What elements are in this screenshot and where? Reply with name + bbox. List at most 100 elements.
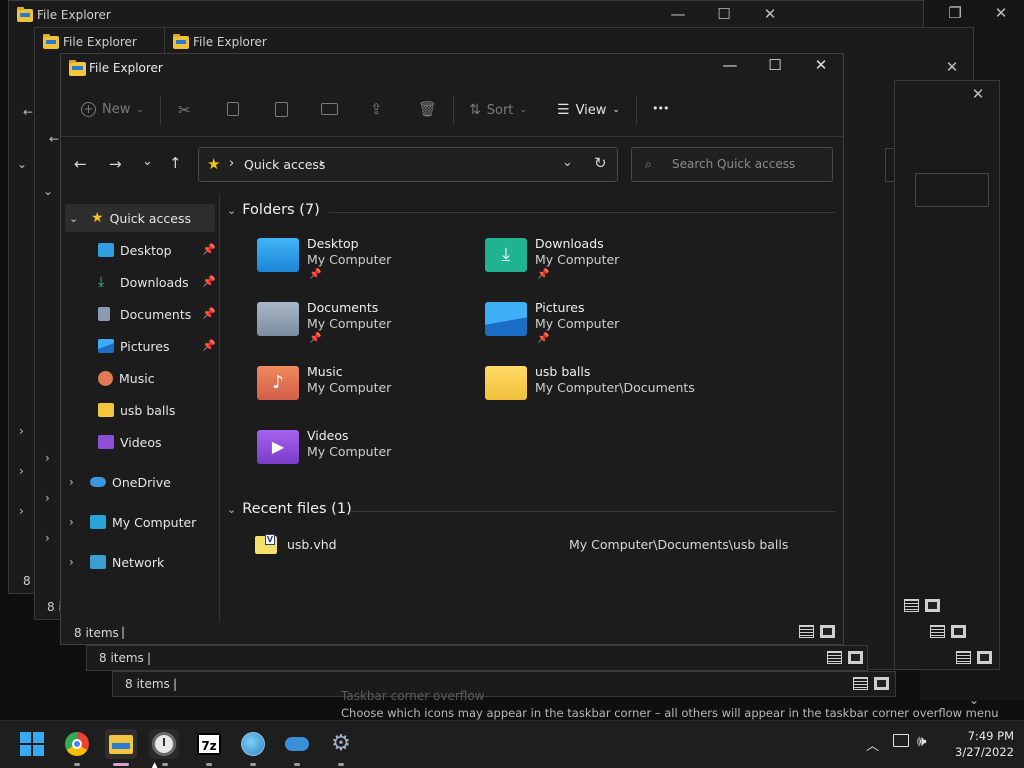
back-arrow-icon[interactable]: ← bbox=[74, 155, 87, 173]
rename-button[interactable] bbox=[321, 103, 338, 115]
breadcrumb-quick-access[interactable]: Quick access bbox=[244, 157, 325, 172]
close-icon[interactable]: ✕ bbox=[937, 58, 967, 76]
view-toggle[interactable] bbox=[904, 599, 940, 612]
chevron-right-icon[interactable]: › bbox=[45, 451, 50, 465]
sidebar-item-documents[interactable]: Documents 📌 bbox=[61, 300, 217, 328]
section-divider bbox=[329, 212, 835, 213]
details-view-icon[interactable] bbox=[930, 625, 945, 638]
search-box[interactable] bbox=[915, 173, 989, 207]
chevron-down-icon[interactable]: ⌄ bbox=[69, 212, 87, 225]
folder-tile-documents[interactable]: Documents My Computer 📌 bbox=[257, 300, 477, 356]
maximize-icon[interactable]: ☐ bbox=[760, 56, 790, 74]
more-options-button[interactable]: ••• bbox=[652, 102, 669, 115]
network-status-icon[interactable] bbox=[893, 734, 909, 747]
folder-tile-pictures[interactable]: Pictures My Computer 📌 bbox=[485, 300, 705, 356]
sidebar-item-network[interactable]: › Network bbox=[61, 548, 217, 576]
up-arrow-icon[interactable]: ↑ bbox=[169, 154, 182, 172]
close-icon[interactable]: ✕ bbox=[986, 4, 1016, 22]
chevron-right-icon[interactable]: › bbox=[19, 424, 24, 438]
volume-icon[interactable]: 🕪 bbox=[917, 732, 926, 750]
globe-app-button[interactable] bbox=[238, 729, 268, 759]
recent-files-section-header[interactable]: ⌄ Recent files (1) bbox=[227, 501, 352, 517]
paste-button[interactable] bbox=[275, 102, 288, 117]
minimize-icon[interactable]: — bbox=[715, 56, 745, 74]
chevron-right-icon[interactable]: › bbox=[69, 475, 87, 489]
refresh-icon[interactable]: ↻ bbox=[594, 154, 607, 172]
sidebar-item-onedrive[interactable]: › OneDrive bbox=[61, 468, 217, 496]
7zip-button[interactable]: 7z bbox=[194, 729, 224, 759]
tiles-view-icon[interactable] bbox=[925, 599, 940, 612]
details-view-icon[interactable] bbox=[853, 677, 868, 690]
chevron-right-icon[interactable]: › bbox=[69, 555, 87, 569]
cut-button[interactable]: ✂ bbox=[178, 101, 191, 119]
file-explorer-taskbar-button[interactable] bbox=[105, 729, 137, 759]
view-toggle[interactable] bbox=[853, 677, 889, 690]
tiles-view-icon[interactable] bbox=[977, 651, 992, 664]
folder-tile-music[interactable]: ♪ Music My Computer bbox=[257, 364, 477, 420]
folder-tile-usb-balls[interactable]: usb balls My Computer\Documents bbox=[485, 364, 705, 420]
address-bar[interactable]: ★ › Quick access › ⌄ ↻ bbox=[198, 147, 618, 182]
details-view-icon[interactable] bbox=[956, 651, 971, 664]
back-arrow-icon[interactable]: ← bbox=[49, 132, 59, 146]
recent-file-row[interactable]: V usb.vhd My Computer\Documents\usb ball… bbox=[255, 534, 835, 558]
chevron-right-icon[interactable]: › bbox=[45, 491, 50, 505]
maximize-icon[interactable]: ☐ bbox=[709, 5, 739, 23]
close-icon[interactable]: ✕ bbox=[806, 56, 836, 74]
chevron-down-icon[interactable]: ⌄ bbox=[227, 503, 236, 516]
clock[interactable]: 7:49 PM 3/27/2022 bbox=[944, 728, 1014, 760]
view-toggle[interactable] bbox=[956, 651, 992, 664]
chevron-right-icon[interactable]: › bbox=[19, 464, 24, 478]
restore-icon[interactable]: ❐ bbox=[940, 4, 970, 22]
sort-button[interactable]: ⇅ Sort ⌄ bbox=[469, 102, 527, 118]
chevron-down-icon[interactable]: ⌄ bbox=[43, 184, 53, 198]
details-view-icon[interactable] bbox=[827, 651, 842, 664]
sidebar-item-quick-access[interactable]: ⌄ ★ Quick access bbox=[65, 204, 215, 232]
chevron-right-icon[interactable]: › bbox=[19, 504, 24, 518]
view-button[interactable]: ☰ View ⌄ bbox=[557, 102, 620, 118]
chevron-down-icon[interactable]: ⌄ bbox=[969, 693, 979, 707]
sidebar-item-usb-balls[interactable]: usb balls bbox=[61, 396, 217, 424]
chrome-button[interactable] bbox=[62, 729, 92, 759]
tiles-view-icon[interactable] bbox=[820, 625, 835, 638]
sidebar-item-downloads[interactable]: ⤓ Downloads 📌 bbox=[61, 268, 217, 296]
tiles-view-icon[interactable] bbox=[874, 677, 889, 690]
view-toggle[interactable] bbox=[799, 625, 835, 638]
tiles-view-icon[interactable] bbox=[848, 651, 863, 664]
recent-locations-chevron-icon[interactable]: ⌄ bbox=[142, 154, 153, 169]
share-button[interactable]: ⇪ bbox=[370, 100, 383, 118]
sidebar-item-music[interactable]: Music bbox=[61, 364, 217, 392]
sidebar-item-desktop[interactable]: Desktop 📌 bbox=[61, 236, 217, 264]
chevron-down-icon[interactable]: ⌄ bbox=[227, 204, 236, 217]
details-view-icon[interactable] bbox=[799, 625, 814, 638]
close-icon[interactable]: ✕ bbox=[963, 85, 993, 103]
settings-icon: ⚙ bbox=[331, 731, 351, 756]
forward-arrow-icon[interactable]: → bbox=[109, 155, 122, 173]
sidebar-item-pictures[interactable]: Pictures 📌 bbox=[61, 332, 217, 360]
view-toggle[interactable] bbox=[930, 625, 966, 638]
copy-button[interactable] bbox=[227, 102, 239, 116]
search-input[interactable]: ⌕ Search Quick access bbox=[631, 147, 833, 182]
folder-tile-desktop[interactable]: Desktop My Computer 📌 bbox=[257, 236, 477, 292]
back-arrow-icon[interactable]: ← bbox=[23, 105, 33, 119]
clock-app-button[interactable] bbox=[149, 729, 179, 759]
show-hidden-icons-chevron-icon[interactable]: ︿ bbox=[866, 735, 879, 754]
view-toggle[interactable] bbox=[827, 651, 863, 664]
chevron-right-icon[interactable]: › bbox=[69, 515, 87, 529]
address-history-chevron-icon[interactable]: ⌄ bbox=[562, 155, 573, 170]
tiles-view-icon[interactable] bbox=[951, 625, 966, 638]
cloud-app-button[interactable] bbox=[282, 729, 312, 759]
sidebar-item-my-computer[interactable]: › My Computer bbox=[61, 508, 217, 536]
new-button[interactable]: + New ⌄ bbox=[81, 102, 144, 117]
start-button[interactable] bbox=[17, 729, 47, 759]
delete-button[interactable]: 🗑 bbox=[418, 100, 437, 118]
minimize-icon[interactable]: — bbox=[663, 5, 693, 23]
folder-tile-videos[interactable]: ▶ Videos My Computer bbox=[257, 428, 477, 484]
chevron-right-icon[interactable]: › bbox=[45, 531, 50, 545]
close-icon[interactable]: ✕ bbox=[755, 5, 785, 23]
chevron-down-icon[interactable]: ⌄ bbox=[17, 157, 27, 171]
folders-section-header[interactable]: ⌄ Folders (7) bbox=[227, 202, 320, 218]
folder-tile-downloads[interactable]: ⤓ Downloads My Computer 📌 bbox=[485, 236, 705, 292]
sidebar-item-videos[interactable]: Videos bbox=[61, 428, 217, 456]
settings-button[interactable]: ⚙ bbox=[326, 729, 356, 759]
details-view-icon[interactable] bbox=[904, 599, 919, 612]
